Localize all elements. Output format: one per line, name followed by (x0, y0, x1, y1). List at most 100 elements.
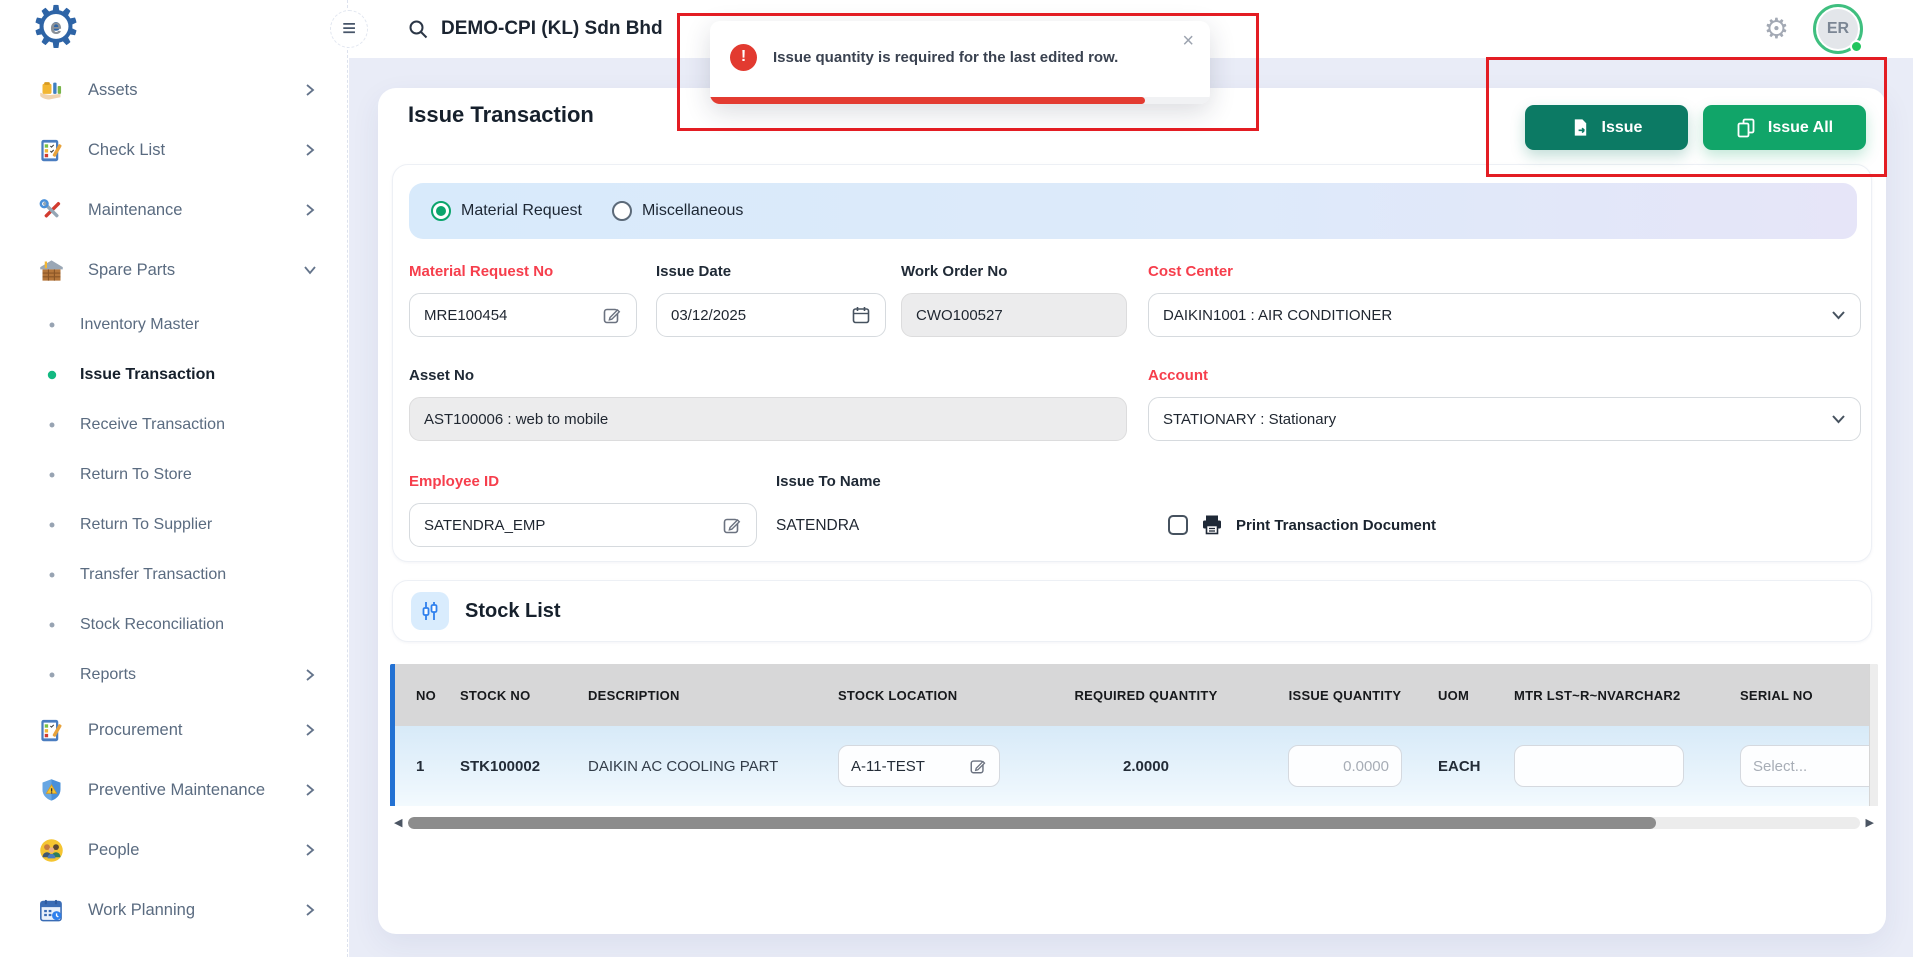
close-icon[interactable]: × (1182, 31, 1194, 51)
sidebar-item-check-list[interactable]: Check List (0, 120, 347, 180)
sidebar-item-label: Issue Transaction (80, 366, 317, 384)
chevron-right-icon (303, 843, 317, 857)
employee-id-field[interactable]: SATENDRA_EMP (409, 503, 757, 547)
cell-description: DAIKIN AC COOLING PART (588, 758, 838, 775)
chevron-right-icon (303, 83, 317, 97)
stock-location-field[interactable]: A-11-TEST (838, 745, 1000, 787)
sidebar-item-transfer-transaction[interactable]: Transfer Transaction (0, 550, 347, 600)
work-order-no-field: CWO100527 (901, 293, 1127, 337)
page-title: Issue Transaction (408, 102, 594, 128)
issue-button-label: Issue (1602, 119, 1643, 137)
print-checkbox[interactable] (1168, 515, 1188, 535)
bullet-icon (50, 623, 55, 628)
issue-quantity-input-wrap (1288, 745, 1402, 787)
online-status-dot (1850, 40, 1863, 53)
user-avatar[interactable]: ER (1813, 4, 1863, 54)
work-order-no-value: CWO100527 (916, 307, 1112, 324)
toast-progress-fill (710, 97, 1145, 104)
col-description: DESCRIPTION (588, 688, 838, 703)
account-select[interactable]: STATIONARY : Stationary (1148, 397, 1861, 441)
radio-unselected-icon (612, 201, 632, 221)
company-name[interactable]: DEMO-CPI (KL) Sdn Bhd (441, 18, 663, 40)
asset-no-value: AST100006 : web to mobile (424, 411, 1112, 428)
issue-quantity-input[interactable] (1301, 758, 1389, 775)
sidebar-item-return-to-store[interactable]: Return To Store (0, 450, 347, 500)
employee-id-value: SATENDRA_EMP (424, 517, 720, 534)
sidebar-item-label: Spare Parts (88, 261, 303, 280)
sidebar-toggle-button[interactable]: ≡ (330, 10, 368, 48)
issue-all-button-label: Issue All (1768, 119, 1833, 137)
chevron-right-icon (303, 903, 317, 917)
radio-miscellaneous[interactable]: Miscellaneous (612, 201, 743, 221)
cell-stock-no: STK100002 (460, 758, 588, 775)
cost-center-value: DAIKIN1001 : AIR CONDITIONER (1163, 307, 1824, 324)
cell-serial-no (1740, 745, 1878, 787)
issue-button[interactable]: Issue (1525, 105, 1688, 150)
cell-mtr-lst (1514, 745, 1740, 787)
material-request-no-value: MRE100454 (424, 307, 600, 324)
transaction-type-band: Material Request Miscellaneous (409, 183, 1857, 239)
cost-center-select[interactable]: DAIKIN1001 : AIR CONDITIONER (1148, 293, 1861, 337)
radio-label: Material Request (461, 202, 582, 220)
scrollbar-track[interactable] (408, 817, 1859, 829)
app-logo[interactable]: ⚙ e (26, 0, 86, 60)
sidebar-item-work-planning[interactable]: Work Planning (0, 880, 347, 940)
sidebar-item-receive-transaction[interactable]: Receive Transaction (0, 400, 347, 450)
scroll-right-icon[interactable]: ▶ (1866, 818, 1874, 829)
col-uom: UOM (1438, 688, 1514, 703)
sidebar-item-partial[interactable] (0, 940, 347, 957)
calendar-icon[interactable] (849, 305, 871, 325)
table-header-row: NO STOCK NO DESCRIPTION STOCK LOCATION R… (390, 664, 1878, 726)
sidebar-item-procurement[interactable]: Procurement (0, 700, 347, 760)
sidebar-item-stock-reconciliation[interactable]: Stock Reconciliation (0, 600, 347, 650)
issue-date-field[interactable]: 03/12/2025 (656, 293, 886, 337)
cell-issue-quantity (1252, 745, 1438, 787)
settings-gear-icon[interactable]: ⚙ (1764, 15, 1789, 43)
radio-material-request[interactable]: Material Request (431, 201, 582, 221)
col-required-quantity: REQUIRED QUANTITY (1040, 688, 1252, 703)
copy-pages-icon (1736, 118, 1756, 138)
issue-all-button[interactable]: Issue All (1703, 105, 1866, 150)
sidebar-nav: Assets Check List Maintenance Spare Part… (0, 60, 347, 957)
sidebar-item-return-to-supplier[interactable]: Return To Supplier (0, 500, 347, 550)
sidebar-item-label: Preventive Maintenance (88, 781, 303, 800)
stock-list-title: Stock List (465, 600, 561, 623)
radio-selected-icon (431, 201, 451, 221)
print-transaction-option[interactable]: Print Transaction Document (1168, 513, 1436, 537)
procurement-icon (36, 715, 66, 745)
sidebar-item-label: Return To Supplier (80, 516, 317, 534)
sidebar-item-issue-transaction[interactable]: Issue Transaction (0, 350, 347, 400)
edit-icon[interactable] (720, 515, 742, 535)
chevron-right-icon (303, 203, 317, 217)
sidebar-item-people[interactable]: People (0, 820, 347, 880)
sidebar-item-assets[interactable]: Assets (0, 60, 347, 120)
chevron-down-icon (1824, 310, 1846, 320)
sidebar-item-maintenance[interactable]: Maintenance (0, 180, 347, 240)
edit-icon[interactable] (600, 305, 622, 325)
maintenance-icon (36, 195, 66, 225)
sidebar-item-preventive-maintenance[interactable]: Preventive Maintenance (0, 760, 347, 820)
table-row: 1 STK100002 DAIKIN AC COOLING PART A-11-… (390, 726, 1878, 806)
cell-no: 1 (390, 758, 460, 775)
table-vertical-scrollbar[interactable] (1869, 664, 1878, 806)
mtr-lst-input[interactable] (1527, 758, 1671, 775)
material-request-no-field[interactable]: MRE100454 (409, 293, 637, 337)
active-bullet-icon (48, 371, 56, 379)
sidebar-item-label: People (88, 841, 303, 860)
bullet-icon (50, 573, 55, 578)
sidebar-item-inventory-master[interactable]: Inventory Master (0, 300, 347, 350)
sidebar-item-spare-parts[interactable]: Spare Parts (0, 240, 347, 300)
sidebar-item-reports[interactable]: Reports (0, 650, 347, 700)
scroll-left-icon[interactable]: ◀ (394, 818, 402, 829)
check-list-icon (36, 135, 66, 165)
error-toast: ! Issue quantity is required for the las… (710, 21, 1210, 104)
serial-no-select[interactable] (1753, 758, 1877, 775)
material-request-no-label: Material Request No (409, 263, 553, 280)
scrollbar-thumb[interactable] (408, 817, 1656, 829)
toast-message: Issue quantity is required for the last … (773, 49, 1118, 66)
printer-icon (1200, 513, 1224, 537)
edit-icon[interactable] (969, 757, 987, 775)
search-icon[interactable] (407, 18, 429, 40)
sidebar-item-label: Assets (88, 81, 303, 100)
stock-list-icon (411, 592, 449, 630)
